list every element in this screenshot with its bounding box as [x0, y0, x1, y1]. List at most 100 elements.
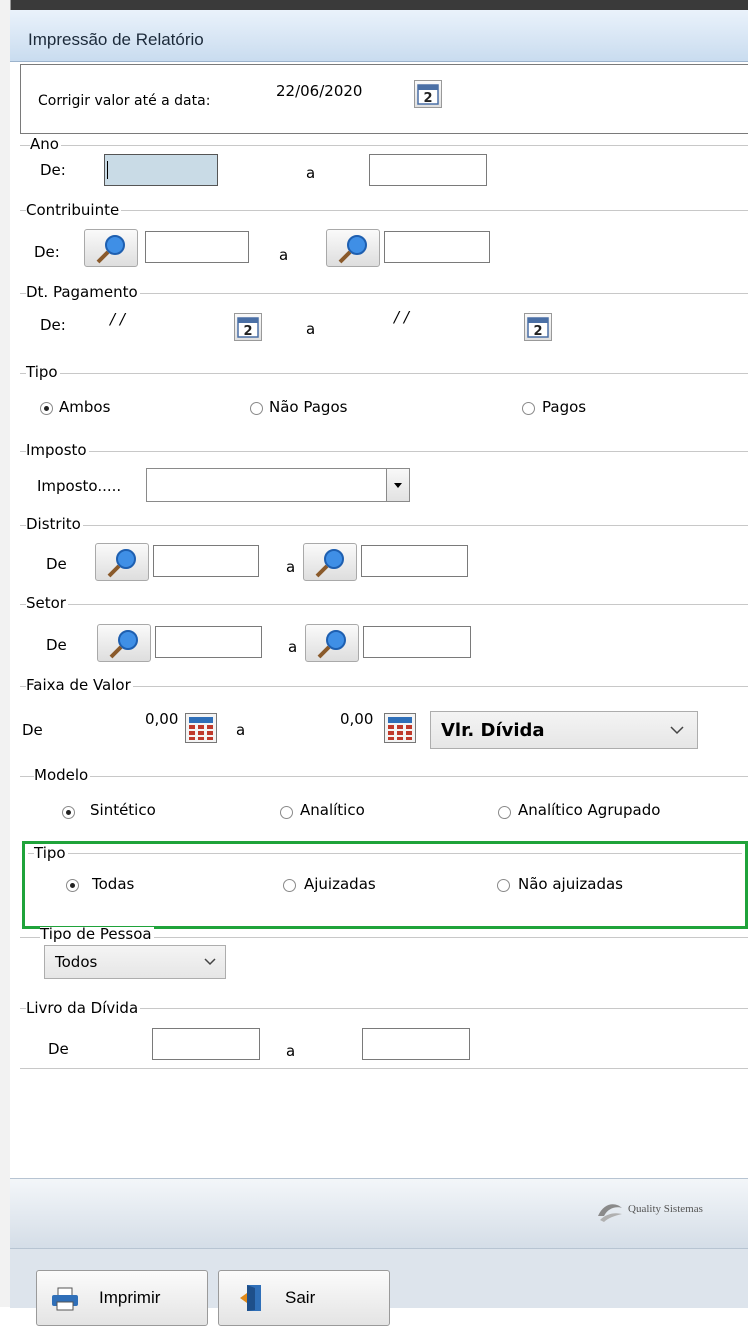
ano-from-label: De: [40, 161, 66, 179]
search-icon[interactable] [303, 543, 357, 581]
contribuinte-from-label: De: [34, 243, 60, 261]
imposto-group-border [20, 451, 748, 452]
distrito-to-input[interactable] [361, 545, 468, 577]
livro-from-input[interactable] [152, 1028, 260, 1060]
dt-pagamento-legend: Dt. Pagamento [26, 283, 140, 301]
exit-button[interactable]: Sair [218, 1270, 390, 1326]
radio-ajuizadas-label[interactable]: Ajuizadas [304, 877, 376, 892]
calculator-icon[interactable] [185, 713, 217, 743]
search-icon[interactable] [326, 229, 380, 267]
imposto-label: Imposto..... [37, 477, 122, 495]
livro-from-label: De [48, 1040, 69, 1058]
radio-analitico-label[interactable]: Analítico [300, 803, 365, 818]
svg-text:2: 2 [423, 91, 432, 106]
contribuinte-group-border [20, 210, 748, 211]
correct-date-value[interactable]: 22/06/2020 [276, 84, 362, 99]
radio-pagos[interactable] [522, 402, 535, 415]
dt-pagamento-from-value[interactable]: / / [110, 312, 125, 327]
tipo-group-border [20, 373, 748, 374]
printer-icon [52, 1287, 78, 1311]
calendar-icon[interactable]: 2 [524, 313, 552, 341]
radio-todas[interactable] [66, 879, 79, 892]
tipo-pessoa-select[interactable]: Todos [44, 945, 226, 979]
faixa-from-value[interactable]: 0,00 [145, 712, 178, 727]
chevron-down-icon [204, 958, 216, 966]
distrito-to-label: a [286, 558, 296, 576]
radio-sintetico[interactable] [62, 806, 75, 819]
calendar-icon[interactable]: 2 [414, 80, 442, 108]
faixa-to-value[interactable]: 0,00 [340, 712, 373, 727]
setor-legend: Setor [26, 594, 68, 612]
contribuinte-to-input[interactable] [384, 231, 490, 263]
faixa-to-label: a [236, 721, 246, 739]
radio-nao-ajuizadas[interactable] [497, 879, 510, 892]
dt-pagamento-to-value[interactable]: / / [394, 310, 409, 325]
contribuinte-to-label: a [279, 246, 289, 264]
radio-analitico-agrupado[interactable] [498, 806, 511, 819]
svg-text:2: 2 [533, 324, 542, 339]
window-title-bar[interactable]: Impressão de Relatório [10, 10, 748, 62]
print-button[interactable]: Imprimir [36, 1270, 208, 1326]
modelo-legend: Modelo [34, 766, 91, 784]
tipo-legend: Tipo [26, 363, 60, 381]
ano-group-border [20, 145, 748, 146]
search-icon[interactable] [305, 624, 359, 662]
window-top-border [0, 0, 748, 10]
search-icon[interactable] [95, 543, 149, 581]
radio-sintetico-label[interactable]: Sintético [90, 803, 156, 818]
setor-group-border [20, 604, 748, 605]
radio-analitico[interactable] [280, 806, 293, 819]
ano-to-input[interactable] [369, 154, 487, 186]
svg-text:2: 2 [243, 324, 252, 339]
print-button-label: Imprimir [99, 1288, 161, 1307]
exit-button-label: Sair [285, 1288, 316, 1307]
search-icon[interactable] [97, 624, 151, 662]
radio-ambos[interactable] [40, 402, 53, 415]
distrito-group-border [20, 525, 748, 526]
contribuinte-legend: Contribuinte [26, 201, 122, 219]
radio-pagos-label[interactable]: Pagos [542, 400, 586, 415]
setor-to-label: a [288, 638, 298, 656]
calendar-icon[interactable]: 2 [234, 313, 262, 341]
setor-to-input[interactable] [363, 626, 471, 658]
radio-nao-pagos[interactable] [250, 402, 263, 415]
ano-to-label: a [306, 164, 316, 182]
quality-logo-icon [598, 1204, 622, 1222]
radio-analitico-agrupado-label[interactable]: Analítico Agrupado [518, 803, 660, 818]
tipo-acao-group-border [28, 853, 742, 854]
imposto-legend: Imposto [26, 441, 89, 459]
distrito-from-label: De [46, 555, 67, 573]
setor-from-input[interactable] [155, 626, 262, 658]
faixa-legend: Faixa de Valor [26, 676, 133, 694]
livro-group-bottom [20, 1068, 748, 1069]
correct-date-label: Corrigir valor até a data: [38, 93, 211, 109]
radio-todas-label[interactable]: Todas [92, 877, 134, 892]
radio-ambos-label[interactable]: Ambos [59, 400, 110, 415]
dt-pagamento-to-label: a [306, 320, 316, 338]
radio-ajuizadas[interactable] [283, 879, 296, 892]
radio-nao-ajuizadas-label[interactable]: Não ajuizadas [518, 877, 623, 892]
calculator-icon[interactable] [384, 713, 416, 743]
ano-legend: Ano [30, 135, 61, 153]
brand-name: Quality Sistemas [628, 1203, 703, 1215]
search-icon[interactable] [84, 229, 138, 267]
window-title: Impressão de Relatório [28, 30, 204, 49]
livro-legend: Livro da Dívida [26, 999, 141, 1017]
livro-to-input[interactable] [362, 1028, 470, 1060]
ano-from-input[interactable] [104, 154, 218, 186]
livro-to-label: a [286, 1042, 296, 1060]
dt-pagamento-from-label: De: [40, 316, 66, 334]
faixa-from-label: De [22, 721, 43, 739]
imposto-combo[interactable] [146, 468, 410, 502]
chevron-down-icon[interactable] [386, 469, 409, 501]
faixa-type-value: Vlr. Dívida [441, 720, 545, 741]
contribuinte-from-input[interactable] [145, 231, 249, 263]
chevron-down-icon [670, 726, 684, 735]
modelo-group-border [20, 776, 748, 777]
faixa-type-select[interactable]: Vlr. Dívida [430, 711, 698, 749]
setor-from-label: De [46, 636, 67, 654]
distrito-from-input[interactable] [153, 545, 259, 577]
radio-nao-pagos-label[interactable]: Não Pagos [269, 400, 347, 415]
distrito-legend: Distrito [26, 515, 83, 533]
tipo-acao-legend: Tipo [34, 844, 68, 862]
